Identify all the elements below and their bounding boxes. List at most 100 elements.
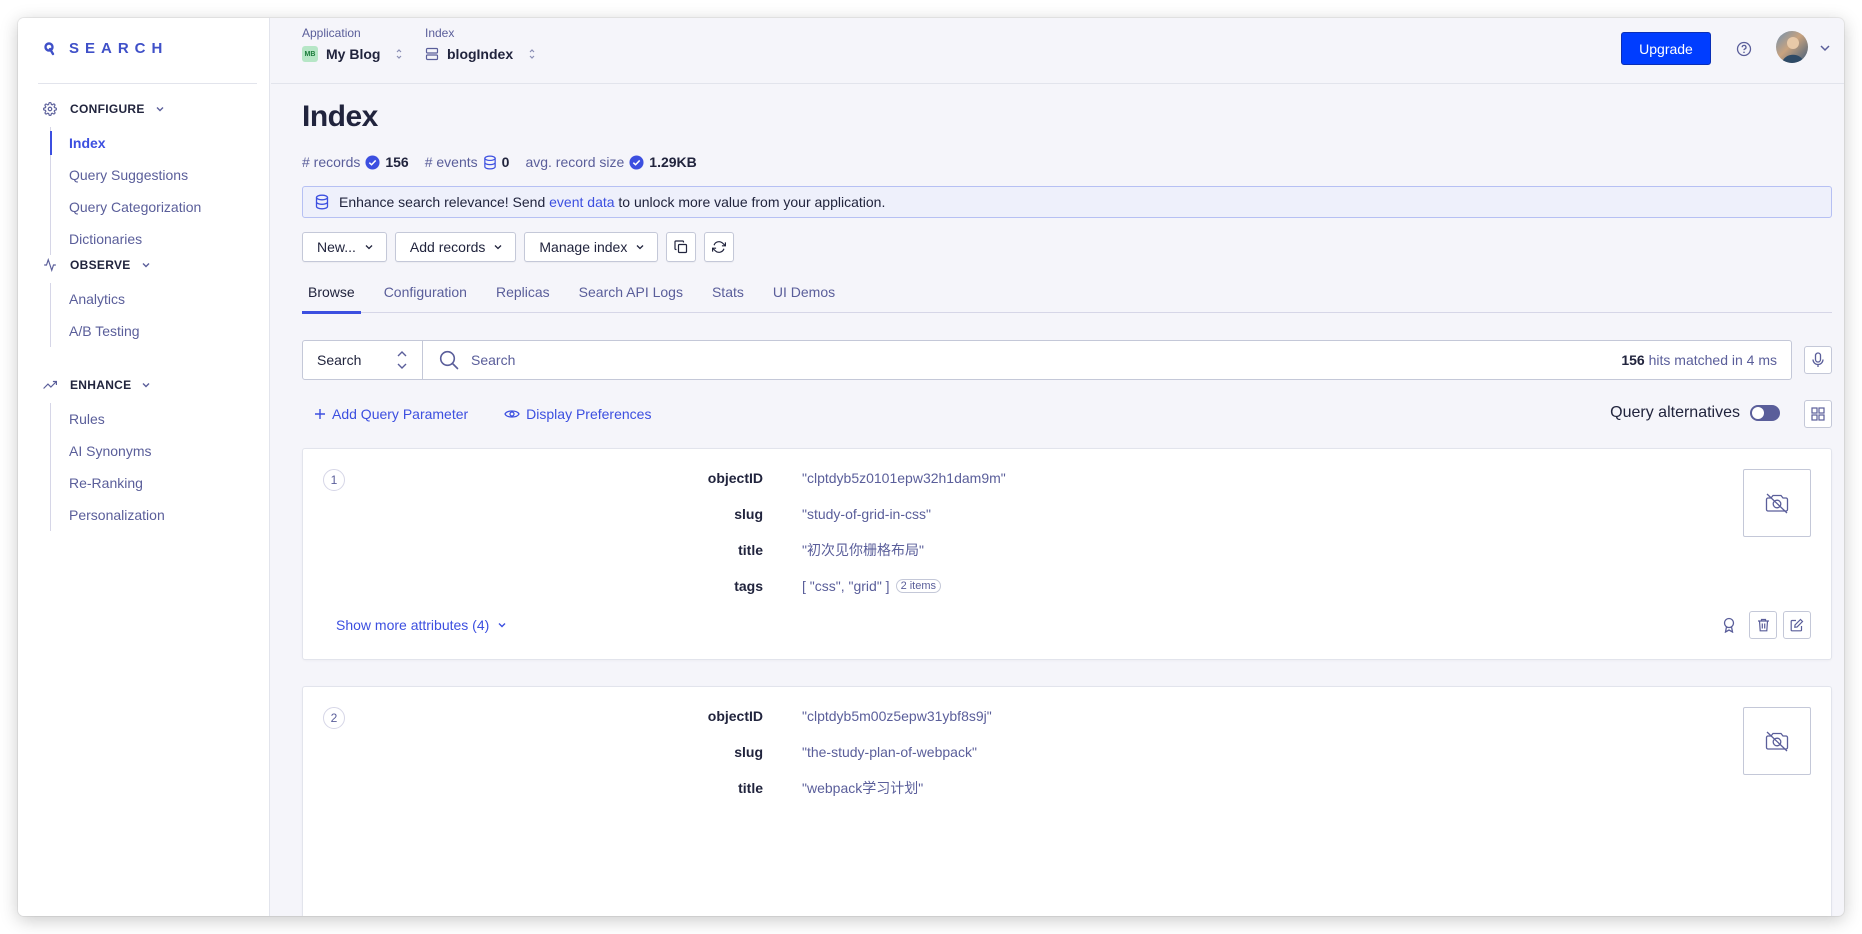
query-alternatives: Query alternatives [1610,404,1780,422]
add-records-button[interactable]: Add records [394,232,517,262]
attribute-value: "webpack学习计划" [802,780,924,796]
chevron-down-icon[interactable] [1818,41,1832,55]
record-attribute: slug "study-of-grid-in-css" [603,504,931,524]
sidebar: SEARCH CONFIGURE Index Query Suggestions… [18,18,270,916]
record-card: 1 objectID "clptdyb5z0101epw32h1dam9m" s… [302,448,1832,660]
sidebar-group-items: Analytics A/B Testing [50,283,269,347]
grid-view-button[interactable] [1804,400,1832,428]
tab-stats[interactable]: Stats [706,278,750,313]
chevron-up-down-icon [397,351,407,369]
voice-search-button[interactable] [1804,346,1832,374]
add-query-parameter-label: Add Query Parameter [332,406,469,422]
sidebar-group-enhance: ENHANCE Rules AI Synonyms Re-Ranking Per… [18,373,269,531]
query-alternatives-toggle[interactable] [1750,405,1780,421]
sidebar-group-header-enhance[interactable]: ENHANCE [18,373,269,397]
record-card: 2 objectID "clptdyb5m00z5epw31ybf8s9j" s… [302,686,1832,916]
manage-index-button[interactable]: Manage index [524,232,659,262]
stat-value: 0 [501,154,510,170]
copy-button[interactable] [666,232,697,262]
grid-icon [1811,407,1825,421]
help-icon[interactable] [1736,41,1752,57]
sidebar-group-header-configure[interactable]: CONFIGURE [18,97,269,121]
record-rank: 1 [323,469,345,491]
attribute-value: "clptdyb5z0101epw32h1dam9m" [802,470,1006,486]
hits-count: 156 [1621,352,1645,368]
tab-ui-demos[interactable]: UI Demos [767,278,841,313]
stat-records: # records 156 [302,154,409,170]
query-alternatives-label: Query alternatives [1610,404,1740,421]
stat-label: # events [424,154,478,170]
application-selector[interactable]: Application MB My Blog [302,26,404,62]
avatar[interactable] [1776,31,1808,63]
sidebar-divider [38,83,257,84]
index-tabs: Browse Configuration Replicas Search API… [302,278,1832,314]
add-query-parameter-button[interactable]: Add Query Parameter [314,406,468,422]
tab-browse[interactable]: Browse [302,278,361,314]
index-toolbar: New... Add records Manage index [302,232,735,262]
chevron-down-icon [636,245,644,250]
index-name: blogIndex [447,46,514,62]
application-name: My Blog [326,46,381,62]
tab-configuration[interactable]: Configuration [378,278,473,313]
application-badge: MB [302,46,318,62]
brand-logo[interactable]: SEARCH [44,40,168,57]
tab-search-api-logs[interactable]: Search API Logs [573,278,689,313]
refresh-button[interactable] [704,232,735,262]
new-button[interactable]: New... [302,232,387,262]
sidebar-item-query-suggestions[interactable]: Query Suggestions [51,159,269,191]
search-mode-select[interactable]: Search [303,341,423,379]
record-image-placeholder [1743,707,1811,775]
attribute-key: slug [734,744,763,760]
chevron-down-icon [142,263,150,268]
attribute-value: "初次见你栅格布局" [802,542,924,558]
new-button-label: New... [317,239,356,255]
sidebar-item-ab-testing[interactable]: A/B Testing [51,315,269,347]
app-window: SEARCH CONFIGURE Index Query Suggestions… [18,18,1844,916]
display-preferences-button[interactable]: Display Preferences [504,406,651,422]
search-input[interactable] [459,341,1622,379]
plus-icon [315,409,325,419]
upgrade-button[interactable]: Upgrade [1621,32,1711,65]
add-records-label: Add records [409,239,486,255]
sidebar-item-personalization[interactable]: Personalization [51,499,269,531]
search-mode-value: Search [317,352,362,368]
activity-icon [42,257,58,273]
no-image-icon [1765,731,1789,752]
sidebar-group-header-observe[interactable]: OBSERVE [18,253,269,277]
eye-icon [504,410,520,418]
promote-button[interactable] [1715,611,1743,639]
copy-icon [674,240,688,254]
show-more-attributes-button[interactable]: Show more attributes (4) [336,617,507,633]
index-selector[interactable]: Index blogIndex [425,26,537,62]
attribute-key: title [738,780,763,796]
sidebar-item-query-categorization[interactable]: Query Categorization [51,191,269,223]
sidebar-item-rules[interactable]: Rules [51,403,269,435]
sidebar-item-re-ranking[interactable]: Re-Ranking [51,467,269,499]
hits-text: hits matched in 4 ms [1644,352,1777,368]
banner-text-after: to unlock more value from your applicati… [614,194,886,210]
stat-value: 1.29KB [649,154,697,170]
tab-replicas[interactable]: Replicas [490,278,556,313]
index-selector-label: Index [425,26,455,40]
sidebar-item-ai-synonyms[interactable]: AI Synonyms [51,435,269,467]
attribute-key: title [738,542,763,558]
sidebar-item-analytics[interactable]: Analytics [51,283,269,315]
event-data-link[interactable]: event data [549,194,614,210]
user-photo-icon [1782,37,1804,63]
attribute-value: "study-of-grid-in-css" [802,506,931,522]
record-rank: 2 [323,707,345,729]
delete-record-button[interactable] [1749,611,1777,639]
edit-record-button[interactable] [1783,611,1811,639]
attribute-key: objectID [707,708,763,724]
no-image-icon [1765,493,1789,514]
sidebar-item-dictionaries[interactable]: Dictionaries [51,223,269,255]
record-attribute: objectID "clptdyb5z0101epw32h1dam9m" [603,468,1006,488]
database-icon [483,155,496,169]
sidebar-item-index[interactable]: Index [50,127,269,159]
manage-index-label: Manage index [539,239,628,255]
attribute-value: "clptdyb5m00z5epw31ybf8s9j" [802,708,992,724]
sidebar-group-items: Rules AI Synonyms Re-Ranking Personaliza… [50,403,269,531]
search-icon [439,350,459,370]
microphone-icon [1812,352,1824,367]
gear-icon [42,101,58,117]
